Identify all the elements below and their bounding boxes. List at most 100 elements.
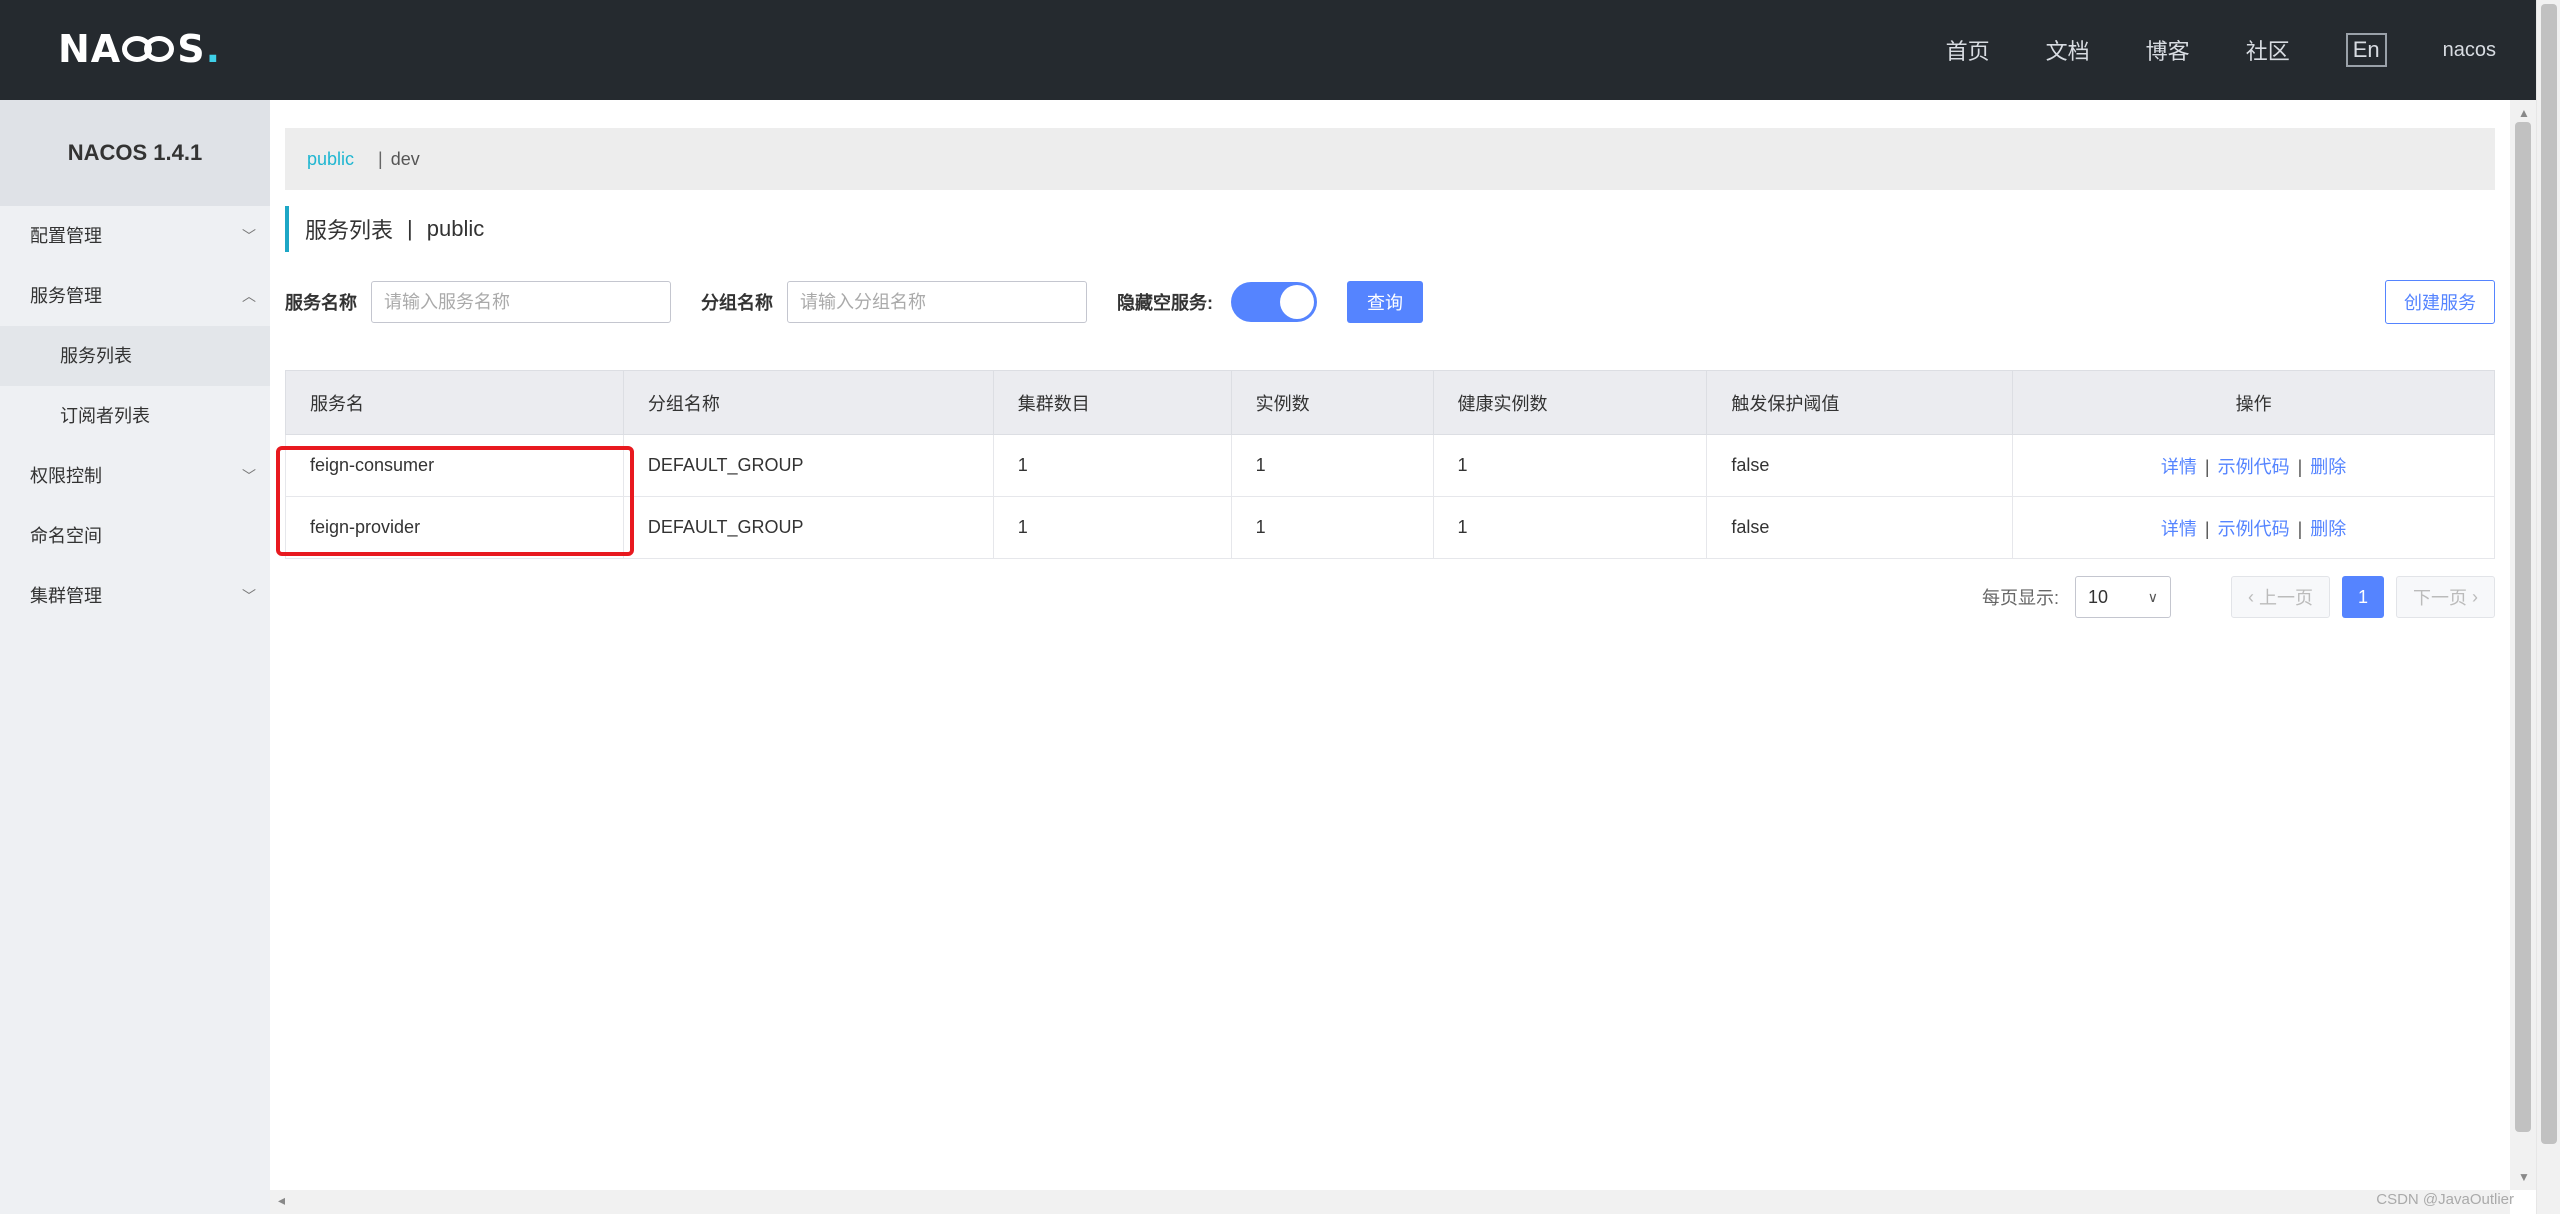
- hide-empty-toggle[interactable]: [1231, 282, 1317, 322]
- scrollbar-thumb[interactable]: [2515, 122, 2531, 1132]
- table-row: feign-provider DEFAULT_GROUP 1 1 1 false…: [285, 496, 2495, 559]
- next-page-button[interactable]: 下一页 ›: [2396, 576, 2495, 618]
- page-size-value: 10: [2088, 586, 2109, 607]
- query-button[interactable]: 查询: [1347, 281, 1423, 323]
- nav-home[interactable]: 首页: [1946, 34, 1990, 66]
- window-scrollbar-thumb[interactable]: [2541, 4, 2557, 1144]
- prev-page-label: 上一页: [2259, 588, 2313, 608]
- sample-code-link[interactable]: 示例代码: [2218, 519, 2290, 539]
- namespace-dev-tab[interactable]: dev: [391, 149, 420, 170]
- cell-service-name: feign-consumer: [285, 434, 624, 497]
- sidebar-item-label: 服务管理: [30, 286, 102, 306]
- create-service-button[interactable]: 创建服务: [2385, 280, 2495, 324]
- page-title-separator: |: [407, 216, 413, 241]
- service-name-label: 服务名称: [285, 293, 357, 313]
- sidebar-item-label: 配置管理: [30, 226, 102, 246]
- toggle-knob: [1280, 285, 1314, 319]
- sidebar-item-subscribers[interactable]: 订阅者列表: [0, 386, 270, 446]
- cell-service-name: feign-provider: [285, 496, 624, 559]
- page-size-label: 每页显示:: [1981, 588, 2059, 608]
- delete-link[interactable]: 删除: [2310, 457, 2346, 477]
- nav-community[interactable]: 社区: [2246, 34, 2290, 66]
- window-scrollbar[interactable]: [2536, 0, 2560, 1214]
- cell-threshold: false: [1706, 496, 2014, 559]
- namespace-bar: public | dev: [285, 128, 2495, 190]
- cell-cluster-count: 1: [993, 496, 1232, 559]
- sidebar-item-label: 命名空间: [30, 526, 102, 546]
- nav-blog[interactable]: 博客: [2146, 34, 2190, 66]
- sidebar-item-service-list[interactable]: 服务列表: [0, 326, 270, 386]
- table-header-row: 服务名 分组名称 集群数目 实例数 健康实例数 触发保护阈值 操作: [285, 370, 2495, 435]
- scroll-up-icon[interactable]: ▲: [2518, 106, 2530, 120]
- prev-page-button[interactable]: ‹ 上一页: [2231, 576, 2330, 618]
- namespace-separator: |: [378, 148, 383, 169]
- chevron-down-icon: ﹀: [242, 228, 256, 244]
- page-number-1[interactable]: 1: [2342, 576, 2384, 618]
- sidebar-item-label: 集群管理: [30, 586, 102, 606]
- header-group-name: 分组名称: [623, 370, 994, 435]
- pagination: 每页显示: 10 ∨ ‹ 上一页 1 下一页 ›: [1982, 576, 2495, 618]
- cell-instance-count: 1: [1231, 496, 1434, 559]
- logo-dot: .: [205, 27, 222, 71]
- op-separator: |: [2297, 456, 2303, 477]
- sidebar-item-config[interactable]: 配置管理 ﹀: [0, 206, 270, 266]
- scroll-down-icon[interactable]: ▼: [2518, 1170, 2530, 1184]
- chevron-down-icon: ﹀: [242, 468, 256, 484]
- header-threshold: 触发保护阈值: [1706, 370, 2014, 435]
- delete-link[interactable]: 删除: [2310, 519, 2346, 539]
- cell-instance-count: 1: [1231, 434, 1434, 497]
- content-scrollbar[interactable]: ▲ ▼: [2510, 100, 2536, 1190]
- page-size-select[interactable]: 10 ∨: [2075, 576, 2171, 618]
- chevron-left-icon: ‹: [2248, 586, 2259, 607]
- hide-empty-label: 隐藏空服务:: [1117, 293, 1213, 313]
- cell-healthy-count: 1: [1433, 434, 1708, 497]
- sidebar-item-namespace[interactable]: 命名空间: [0, 506, 270, 566]
- sidebar-item-cluster[interactable]: 集群管理 ﹀: [0, 566, 270, 626]
- op-separator: |: [2204, 518, 2210, 539]
- chevron-down-icon: ﹀: [242, 588, 256, 604]
- nav-docs[interactable]: 文档: [2046, 34, 2090, 66]
- main-content: public | dev 服务列表 | public 服务名称 分组名称 隐藏空…: [270, 100, 2510, 1190]
- group-name-label: 分组名称: [701, 293, 773, 313]
- chevron-right-icon: ›: [2467, 586, 2478, 607]
- nacos-logo[interactable]: NA S .: [58, 26, 221, 72]
- horizontal-scrollbar[interactable]: ◂: [270, 1190, 2510, 1214]
- sidebar-item-permissions[interactable]: 权限控制 ﹀: [0, 446, 270, 506]
- header-healthy-count: 健康实例数: [1433, 370, 1708, 435]
- header-operations: 操作: [2012, 370, 2495, 435]
- service-name-input[interactable]: [371, 281, 671, 323]
- watermark: CSDN @JavaOutlier: [2376, 1191, 2514, 1208]
- page-title-namespace: public: [426, 216, 485, 241]
- table-row: feign-consumer DEFAULT_GROUP 1 1 1 false…: [285, 434, 2495, 497]
- scroll-left-icon[interactable]: ◂: [278, 1192, 285, 1209]
- chevron-down-icon: ∨: [2147, 588, 2158, 605]
- chevron-up-icon: ︿: [242, 288, 256, 304]
- cell-healthy-count: 1: [1433, 496, 1708, 559]
- page-title: 服务列表 | public: [285, 206, 484, 252]
- sidebar-item-service[interactable]: 服务管理 ︿: [0, 266, 270, 326]
- op-separator: |: [2204, 456, 2210, 477]
- sidebar-item-label: 权限控制: [30, 466, 102, 486]
- user-menu[interactable]: nacos: [2443, 39, 2496, 62]
- header-instance-count: 实例数: [1231, 370, 1434, 435]
- op-separator: |: [2297, 518, 2303, 539]
- cell-operations: 详情 | 示例代码 | 删除: [2012, 496, 2495, 559]
- cell-group-name: DEFAULT_GROUP: [623, 434, 994, 497]
- detail-link[interactable]: 详情: [2161, 519, 2197, 539]
- header-service-name: 服务名: [285, 370, 624, 435]
- detail-link[interactable]: 详情: [2161, 457, 2197, 477]
- version-title: NACOS 1.4.1: [0, 100, 270, 206]
- service-table: 服务名 分组名称 集群数目 实例数 健康实例数 触发保护阈值 操作 feign-…: [285, 370, 2495, 559]
- sample-code-link[interactable]: 示例代码: [2218, 457, 2290, 477]
- language-switch-button[interactable]: En: [2345, 33, 2387, 67]
- logo-infinity-icon: [122, 34, 176, 64]
- next-page-label: 下一页: [2413, 588, 2467, 608]
- logo-text-right: S: [177, 27, 206, 71]
- group-name-input[interactable]: [787, 281, 1087, 323]
- sidebar: NACOS 1.4.1 配置管理 ﹀ 服务管理 ︿ 服务列表 订阅者列表 权限控…: [0, 100, 270, 1214]
- page-title-text: 服务列表: [305, 218, 394, 243]
- logo-text-left: NA: [58, 27, 122, 71]
- top-nav-menu: 首页 文档 博客 社区 En nacos: [1890, 0, 2496, 100]
- namespace-public-tab[interactable]: public: [307, 149, 354, 170]
- cell-cluster-count: 1: [993, 434, 1232, 497]
